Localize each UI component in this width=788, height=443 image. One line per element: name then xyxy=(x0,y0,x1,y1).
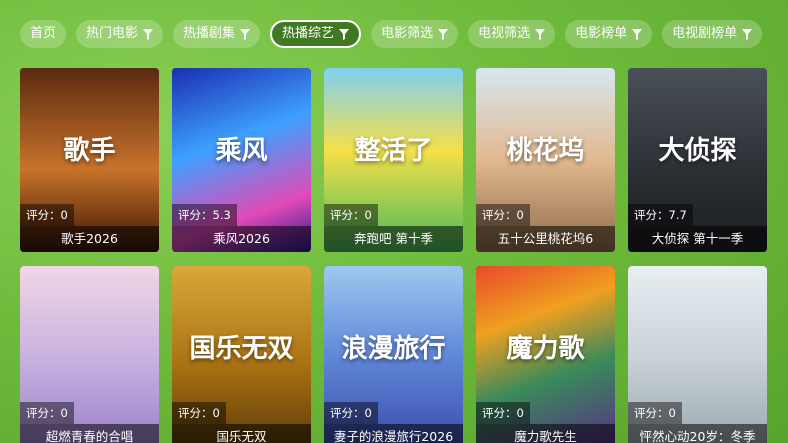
tab-6[interactable]: 电影榜单 xyxy=(565,20,653,48)
tab-0[interactable]: 首页 xyxy=(20,20,67,48)
show-title: 妻子的浪漫旅行2026 xyxy=(324,424,463,443)
tab-label: 电影榜单 xyxy=(575,26,628,41)
poster-logo-text: 歌手 xyxy=(63,136,116,166)
show-title: 五十公里桃花坞6 xyxy=(476,226,615,252)
filter-icon xyxy=(339,28,350,40)
show-title: 怦然心动20岁：冬季 xyxy=(628,424,767,443)
tab-1[interactable]: 热门电影 xyxy=(76,20,164,48)
tab-4[interactable]: 电影筛选 xyxy=(371,20,459,48)
show-title: 超燃青春的合唱 xyxy=(20,424,159,443)
show-card[interactable]: 评分：0 超燃青春的合唱 xyxy=(20,266,159,443)
poster-logo-text: 大侦探 xyxy=(658,136,737,166)
show-card[interactable]: 整活了评分：0 奔跑吧 第十季 xyxy=(324,68,463,252)
show-title: 魔力歌先生 xyxy=(476,424,615,443)
filter-icon xyxy=(438,28,449,40)
tab-label: 热播剧集 xyxy=(183,26,236,41)
score-badge: 评分：0 xyxy=(324,204,378,226)
tab-label: 电视筛选 xyxy=(478,26,531,41)
show-title: 乘风2026 xyxy=(172,226,311,252)
score-badge: 评分：0 xyxy=(476,402,530,424)
show-card[interactable]: 评分：0 怦然心动20岁：冬季 xyxy=(628,266,767,443)
score-badge: 评分：0 xyxy=(172,402,226,424)
show-title: 大侦探 第十一季 xyxy=(628,226,767,252)
filter-icon xyxy=(742,28,753,40)
tab-label: 电视剧榜单 xyxy=(672,26,738,41)
tab-label: 热门电影 xyxy=(86,26,139,41)
show-title: 奔跑吧 第十季 xyxy=(324,226,463,252)
filter-icon xyxy=(535,28,546,40)
score-badge: 评分：0 xyxy=(20,204,74,226)
tab-label: 电影筛选 xyxy=(381,26,434,41)
poster-logo-text: 乘风 xyxy=(215,136,268,166)
tab-5[interactable]: 电视筛选 xyxy=(468,20,556,48)
show-grid: 歌手 评分：0 歌手2026 乘风 评分：5.3 乘风2026 整活了 评分：0 奔跑吧 第十季… xyxy=(20,68,767,443)
show-card[interactable]: 魔力歌评分：0 魔力歌先生 xyxy=(476,266,615,443)
filter-icon xyxy=(632,28,643,40)
poster-logo-text: 浪漫旅行 xyxy=(341,334,446,364)
show-title: 歌手2026 xyxy=(20,226,159,252)
show-card[interactable]: 歌手评分：0 歌手2026 xyxy=(20,68,159,252)
score-badge: 评分：7.7 xyxy=(628,204,693,226)
score-badge: 评分：0 xyxy=(324,402,378,424)
show-title: 国乐无双 xyxy=(172,424,311,443)
tab-label: 首页 xyxy=(30,26,57,41)
poster-logo-text: 桃花坞 xyxy=(506,136,585,166)
tab-label: 热播综艺 xyxy=(282,26,335,41)
filter-icon xyxy=(143,28,154,40)
tab-3[interactable]: 热播综艺 xyxy=(270,20,362,48)
show-card[interactable]: 桃花坞评分：0 五十公里桃花坞6 xyxy=(476,68,615,252)
show-card[interactable]: 国乐无双 评分：0 国乐无双 xyxy=(172,266,311,443)
poster-logo-text: 国乐无双 xyxy=(189,334,294,364)
category-tab-bar: 首页 热门电影 热播剧集 热播综艺 电影筛选 电视筛选 电影榜单 电视剧榜单 xyxy=(20,20,763,48)
poster-logo-text: 魔力歌 xyxy=(506,334,585,364)
score-badge: 评分：0 xyxy=(628,402,682,424)
tab-7[interactable]: 电视剧榜单 xyxy=(662,20,763,48)
show-card[interactable]: 乘风评分：5.3 乘风2026 xyxy=(172,68,311,252)
score-badge: 评分：5.3 xyxy=(172,204,237,226)
score-badge: 评分：0 xyxy=(20,402,74,424)
show-card[interactable]: 大侦探评分：7.7 大侦探 第十一季 xyxy=(628,68,767,252)
filter-icon xyxy=(240,28,251,40)
poster-logo-text: 整活了 xyxy=(354,136,433,166)
tab-2[interactable]: 热播剧集 xyxy=(173,20,261,48)
score-badge: 评分：0 xyxy=(476,204,530,226)
show-card[interactable]: 浪漫旅行评分：0 妻子的浪漫旅行2026 xyxy=(324,266,463,443)
